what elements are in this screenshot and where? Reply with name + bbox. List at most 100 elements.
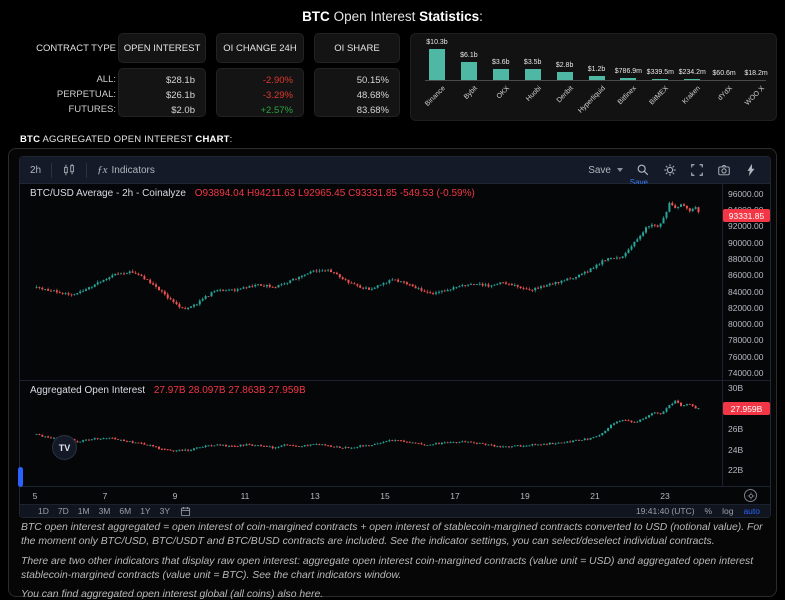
oi-share-cell: 50.15% <box>315 73 389 88</box>
lightning-icon[interactable] <box>744 163 758 177</box>
row-label: FUTURES: <box>30 102 116 117</box>
oi-change-cell: -3.29% <box>217 88 293 103</box>
bar-category-label: OKX <box>495 85 510 100</box>
footer-notes: BTC open interest aggregated = open inte… <box>21 521 765 600</box>
save-button[interactable]: Save <box>588 165 623 176</box>
bottom-toolbar: 1D 7D 1M 3M 6M 1Y 3Y 19:41:40 (UTC) % log auto <box>20 504 770 517</box>
gear-icon[interactable] <box>663 163 677 177</box>
chart-toolbar: 2h ƒx Indicators Save Sa <box>20 157 770 184</box>
bar[interactable] <box>684 79 700 80</box>
oi-change-cell: +2.57% <box>217 103 293 118</box>
range-button-3m[interactable]: 3M <box>99 506 111 516</box>
bar[interactable] <box>429 49 445 80</box>
price-candles-svg[interactable] <box>20 184 720 380</box>
candlestick-icon <box>62 163 76 177</box>
price-tick-label: 82000.00 <box>728 303 763 313</box>
page-title: BTC Open Interest Statistics: <box>0 9 785 24</box>
price-tick-label: 96000.00 <box>728 189 763 199</box>
price-tick-label: 92000.00 <box>728 221 763 231</box>
seclabel-btc: BTC <box>20 134 40 145</box>
bar-category-label: Huobi <box>525 85 543 103</box>
bar[interactable] <box>557 72 573 80</box>
log-scale-button[interactable]: log <box>722 506 733 516</box>
bar-value-label: $18.2m <box>744 70 767 77</box>
price-ohlc-values: O93894.04 H94211.63 L92965.45 C93331.85 … <box>195 188 475 199</box>
open-interest-cell: $2.0b <box>119 103 195 118</box>
range-button-1m[interactable]: 1M <box>78 506 90 516</box>
time-tick-label: 15 <box>380 491 389 501</box>
time-tick-label: 7 <box>103 491 108 501</box>
range-buttons: 1D 7D 1M 3M 6M 1Y 3Y <box>20 506 170 516</box>
open-interest-cell: $28.1b <box>119 73 195 88</box>
footer-paragraph: BTC open interest aggregated = open inte… <box>21 521 765 550</box>
bar-category-label: Binance <box>424 85 447 108</box>
bar[interactable] <box>652 79 668 80</box>
drawing-toolbar-handle[interactable] <box>18 467 23 487</box>
price-legend-title: BTC/USD Average - 2h - Coinalyze <box>30 188 186 199</box>
percent-scale-button[interactable]: % <box>705 506 713 516</box>
bar-category-label: WOO X <box>744 85 766 107</box>
exchange-oi-bar-chart: $10.3bBinance$6.1bBybit$3.6bOKX$3.5bHuob… <box>410 33 777 121</box>
seclabel-colon: : <box>230 134 233 145</box>
indicators-button[interactable]: ƒx Indicators <box>91 164 161 176</box>
range-button-6m[interactable]: 6M <box>119 506 131 516</box>
time-tick-label: 17 <box>450 491 459 501</box>
range-button-7d[interactable]: 7D <box>58 506 69 516</box>
bar-value-label: $60.6m <box>712 70 735 77</box>
time-tick-label: 5 <box>33 491 38 501</box>
range-button-1d[interactable]: 1D <box>38 506 49 516</box>
last-price-label: 93331.85 <box>723 209 770 222</box>
time-tick-label: 21 <box>590 491 599 501</box>
oi-legend: Aggregated Open Interest 27.97B 28.097B … <box>30 385 306 396</box>
bar-category-label: BitMEX <box>649 85 670 106</box>
toolbar-divider <box>86 163 87 178</box>
chart-style-button[interactable] <box>56 163 82 177</box>
oi-candles-svg[interactable] <box>20 381 720 486</box>
price-tick-label: 74000.00 <box>728 368 763 378</box>
last-oi-label: 27.959B <box>723 402 770 415</box>
row-label: ALL: <box>30 72 116 87</box>
auto-scale-button[interactable]: auto <box>743 506 760 516</box>
range-button-3y[interactable]: 3Y <box>160 506 170 516</box>
calendar-icon[interactable] <box>180 506 191 517</box>
interval-button[interactable]: 2h <box>20 165 47 176</box>
fullscreen-icon[interactable] <box>690 163 704 177</box>
bar[interactable] <box>525 69 541 80</box>
price-tick-label: 88000.00 <box>728 254 763 264</box>
bar-chart-baseline <box>425 80 766 81</box>
oi-change-values: -2.90%-3.29%+2.57% <box>216 68 304 117</box>
price-tick-label: 84000.00 <box>728 287 763 297</box>
price-tick-label: 76000.00 <box>728 352 763 362</box>
bar-category-label: Hyperliquid <box>577 85 607 115</box>
bar-category-label: Bitfinex <box>617 85 638 106</box>
oi-change-cell: -2.90% <box>217 73 293 88</box>
bar-category-label: Bybit <box>463 85 479 101</box>
toolbar-divider <box>51 163 52 178</box>
bar[interactable] <box>461 62 477 80</box>
chevron-down-icon <box>617 168 623 172</box>
section-label: BTC AGGREGATED OPEN INTEREST CHART: <box>20 134 233 145</box>
bar-value-label: $3.5b <box>524 59 542 66</box>
bar-value-label: $2.8b <box>556 62 574 69</box>
search-icon[interactable] <box>636 163 650 177</box>
axis-settings-icon[interactable] <box>744 489 757 502</box>
oi-legend-values: 27.97B 28.097B 27.863B 27.959B <box>154 385 306 396</box>
chart-panel: 2h ƒx Indicators Save Sa <box>8 148 777 597</box>
bar-category-label: Kraken <box>681 85 702 106</box>
bar-value-label: $6.1b <box>460 52 478 59</box>
oi-tick-label: 30B <box>728 383 743 393</box>
bar[interactable] <box>620 78 636 80</box>
oi-pane[interactable]: Aggregated Open Interest 27.97B 28.097B … <box>20 380 770 486</box>
time-axis[interactable]: 57911131517192123 <box>20 486 770 504</box>
tradingview-logo[interactable]: TV <box>52 435 77 460</box>
bar[interactable] <box>589 76 605 80</box>
price-pane[interactable]: BTC/USD Average - 2h - Coinalyze O93894.… <box>20 184 770 380</box>
camera-icon[interactable] <box>717 163 731 177</box>
toolbar-right: Save <box>588 163 770 177</box>
bar[interactable] <box>493 69 509 80</box>
oi-share-values: 50.15%48.68%83.68% <box>314 68 400 117</box>
oi-share-cell: 48.68% <box>315 88 389 103</box>
clock[interactable]: 19:41:40 (UTC) <box>636 506 695 516</box>
time-tick-label: 11 <box>241 491 250 501</box>
range-button-1y[interactable]: 1Y <box>140 506 150 516</box>
